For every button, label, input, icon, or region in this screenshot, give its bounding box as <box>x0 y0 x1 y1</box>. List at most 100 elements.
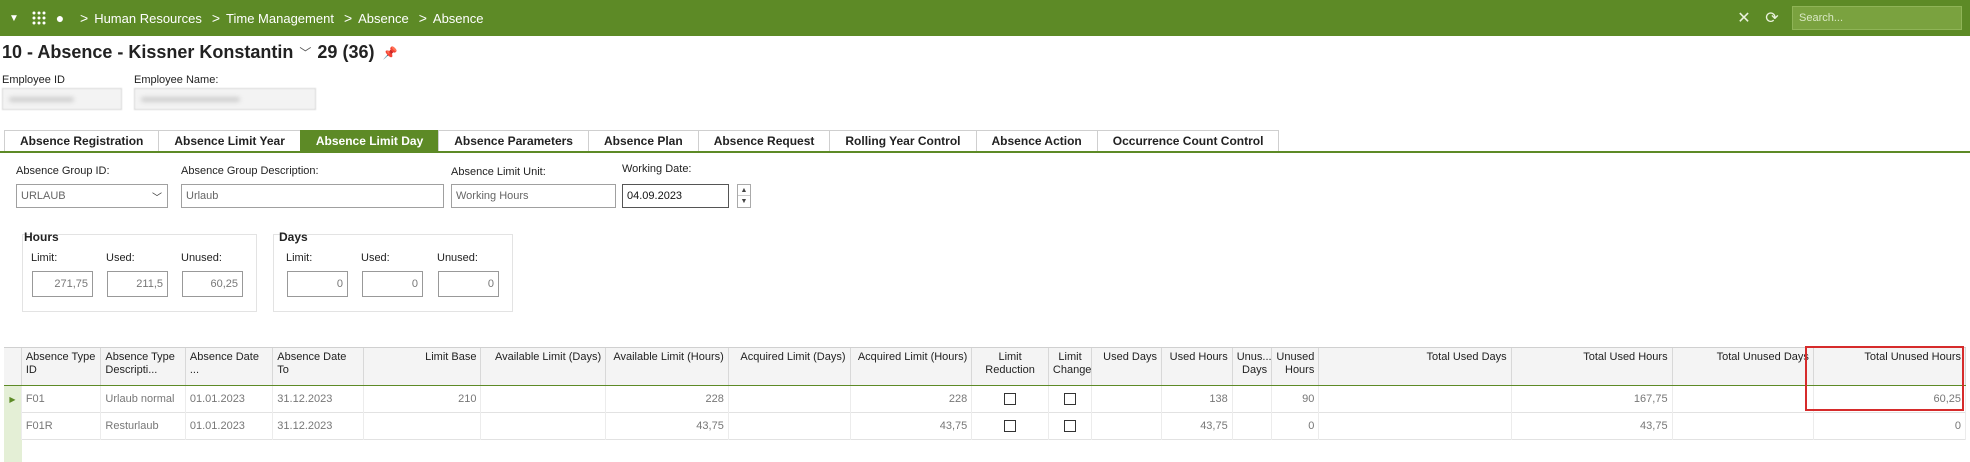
table-cell[interactable]: 0 <box>1814 413 1967 440</box>
table-cell[interactable] <box>1673 413 1814 440</box>
table-cell[interactable]: 43,75 <box>606 413 729 440</box>
column-header[interactable]: Unus... Days <box>1233 348 1273 385</box>
table-cell[interactable]: Urlaub normal <box>101 386 186 413</box>
row-indicator-icon[interactable]: ▶ <box>4 386 22 413</box>
working-date-input[interactable]: 04.09.2023 <box>622 184 729 208</box>
column-header[interactable]: Acquired Limit (Days) <box>729 348 851 385</box>
table-cell[interactable]: 01.01.2023 <box>186 386 274 413</box>
table-cell[interactable]: 90 <box>1272 386 1320 413</box>
tab-occurrence-count-control[interactable]: Occurrence Count Control <box>1096 130 1280 152</box>
pin-icon[interactable]: 📌 <box>382 46 397 60</box>
page-title: 10 - Absence - Kissner Konstantin ﹀ 29 (… <box>2 42 397 63</box>
limit-reduction-checkbox[interactable] <box>1004 393 1017 406</box>
close-icon[interactable]: ✕ <box>1730 8 1758 28</box>
absence-group-description-label: Absence Group Description: <box>181 165 319 177</box>
column-header[interactable]: Used Hours <box>1162 348 1233 385</box>
limit-change-checkbox[interactable] <box>1064 393 1077 406</box>
column-header[interactable]: Total Used Hours <box>1512 348 1673 385</box>
table-cell[interactable] <box>1092 413 1162 440</box>
menu-dropdown-icon[interactable]: ▼ <box>0 13 28 24</box>
table-cell[interactable]: 138 <box>1162 386 1233 413</box>
table-cell[interactable]: 43,75 <box>851 413 973 440</box>
table-header: Absence Type ID Absence Type Descripti..… <box>4 348 1967 386</box>
chevron-down-icon[interactable]: ﹀ <box>299 44 311 61</box>
table-cell[interactable]: 01.01.2023 <box>186 413 274 440</box>
table-cell[interactable] <box>1673 386 1814 413</box>
table-cell[interactable]: Resturlaub <box>101 413 186 440</box>
column-header[interactable]: Unused Hours <box>1272 348 1320 385</box>
table-cell[interactable] <box>1319 413 1512 440</box>
column-header[interactable]: Absence Type Descripti... <box>101 348 186 385</box>
table-cell[interactable]: 228 <box>851 386 973 413</box>
hours-limit-label: Limit: <box>31 252 58 264</box>
table-cell[interactable]: 43,75 <box>1162 413 1233 440</box>
column-header[interactable]: Absence Type ID <box>22 348 102 385</box>
date-spinner[interactable]: ▲ ▼ <box>737 184 751 208</box>
search-input[interactable]: Search... <box>1792 6 1962 30</box>
table-cell[interactable]: 228 <box>606 386 729 413</box>
column-header[interactable]: Acquired Limit (Hours) <box>851 348 973 385</box>
hours-used-value: 211,5 <box>107 271 168 297</box>
column-header[interactable]: Total Unused Days <box>1673 348 1814 385</box>
table-row[interactable]: F01R Resturlaub 01.01.2023 31.12.2023 43… <box>4 413 1967 440</box>
table-cell[interactable] <box>1233 413 1273 440</box>
table-cell[interactable]: 43,75 <box>1512 413 1673 440</box>
refresh-icon[interactable]: ⟳ <box>1758 8 1786 28</box>
row-selector[interactable] <box>4 413 22 440</box>
table-row[interactable]: ▶ F01 Urlaub normal 01.01.2023 31.12.202… <box>4 386 1967 413</box>
table-cell[interactable] <box>729 386 851 413</box>
table-cell[interactable] <box>481 386 607 413</box>
breadcrumb-item[interactable]: Time Management <box>226 11 334 26</box>
column-header[interactable]: Limit Change <box>1049 348 1093 385</box>
app-grid-icon[interactable] <box>28 11 50 25</box>
column-header[interactable]: Used Days <box>1092 348 1162 385</box>
tab-absence-registration[interactable]: Absence Registration <box>4 130 160 152</box>
table-cell[interactable]: 167,75 <box>1512 386 1673 413</box>
table-cell[interactable]: F01 <box>22 386 102 413</box>
breadcrumb-item[interactable]: Human Resources <box>94 11 202 26</box>
column-header[interactable]: Total Used Days <box>1319 348 1512 385</box>
table-cell[interactable] <box>481 413 607 440</box>
limit-change-checkbox[interactable] <box>1064 420 1077 433</box>
table-cell[interactable]: 210 <box>364 386 482 413</box>
table-cell[interactable]: F01R <box>22 413 102 440</box>
column-header[interactable]: Absence Date ... <box>186 348 274 385</box>
home-dot-icon[interactable]: ● <box>50 10 70 26</box>
limit-change-checkbox-cell <box>1049 413 1093 440</box>
employee-id-field[interactable] <box>2 88 122 110</box>
table-cell[interactable] <box>364 413 482 440</box>
tab-absence-parameters[interactable]: Absence Parameters <box>438 130 589 152</box>
table-cell[interactable]: 31.12.2023 <box>273 386 364 413</box>
breadcrumb-item[interactable]: Absence <box>433 11 484 26</box>
column-header[interactable]: Limit Base <box>364 348 482 385</box>
table-cell[interactable] <box>1319 386 1512 413</box>
column-header[interactable]: Available Limit (Days) <box>481 348 607 385</box>
tab-absence-limit-year[interactable]: Absence Limit Year <box>158 130 301 152</box>
tab-absence-limit-day[interactable]: Absence Limit Day <box>299 130 440 152</box>
column-header[interactable]: Available Limit (Hours) <box>606 348 729 385</box>
table-cell[interactable] <box>1233 386 1273 413</box>
table-cell[interactable] <box>729 413 851 440</box>
tab-absence-plan[interactable]: Absence Plan <box>587 130 699 152</box>
breadcrumb-item[interactable]: Absence <box>358 11 409 26</box>
top-navigation-bar: ▼ ● > Human Resources > Time Management … <box>0 0 1970 36</box>
table-cell[interactable] <box>1092 386 1162 413</box>
absence-group-id-label: Absence Group ID: <box>16 165 110 177</box>
tab-absence-request[interactable]: Absence Request <box>697 130 831 152</box>
chevron-right-icon: > <box>343 10 353 26</box>
table-cell[interactable]: 0 <box>1272 413 1320 440</box>
spin-up-icon[interactable]: ▲ <box>738 185 750 196</box>
tab-rolling-year-control[interactable]: Rolling Year Control <box>829 130 977 152</box>
spin-down-icon[interactable]: ▼ <box>738 196 750 207</box>
absence-group-description-field[interactable]: Urlaub <box>181 184 444 208</box>
absence-group-id-select[interactable]: URLAUB ﹀ <box>16 184 168 208</box>
column-header[interactable]: Limit Reduction <box>972 348 1049 385</box>
absence-limit-unit-field[interactable]: Working Hours <box>451 184 616 208</box>
tab-bar: Absence Registration Absence Limit Year … <box>4 130 1280 152</box>
column-header[interactable]: Absence Date To <box>273 348 364 385</box>
employee-name-field[interactable] <box>134 88 316 110</box>
tab-absence-action[interactable]: Absence Action <box>975 130 1098 152</box>
limit-reduction-checkbox[interactable] <box>1004 420 1017 433</box>
table-cell[interactable]: 31.12.2023 <box>273 413 364 440</box>
days-limit-value: 0 <box>287 271 348 297</box>
